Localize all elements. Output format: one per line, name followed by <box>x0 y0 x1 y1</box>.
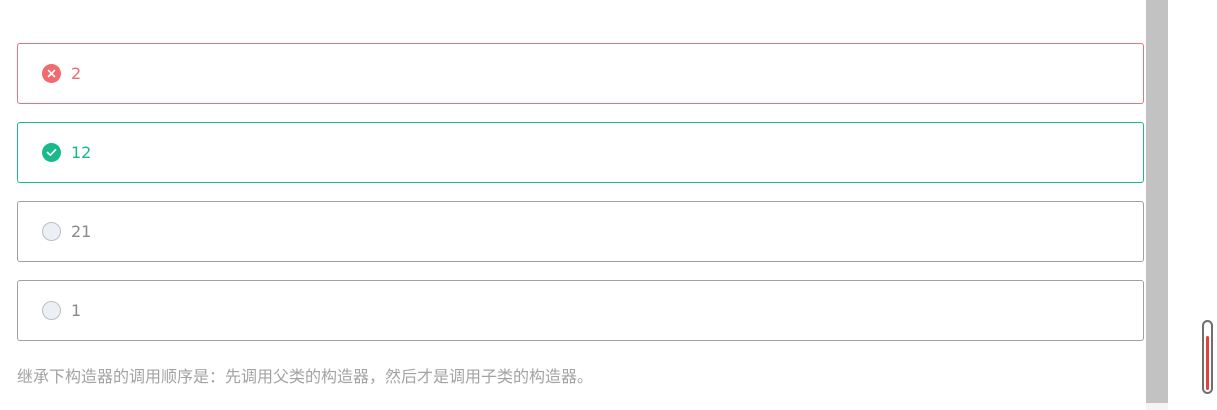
answer-explanation: 继承下构造器的调用顺序是：先调用父类的构造器，然后才是调用子类的构造器。 <box>17 367 594 386</box>
option-label: 21 <box>71 222 92 241</box>
x-circle-icon <box>42 64 61 83</box>
radio-empty-icon <box>42 301 61 320</box>
option-21[interactable]: 21 <box>17 201 1144 262</box>
option-2[interactable]: 2 <box>17 43 1144 104</box>
scrollbar-thumb[interactable] <box>1146 0 1168 403</box>
option-1[interactable]: 1 <box>17 280 1144 341</box>
progress-indicator <box>1202 320 1213 394</box>
check-circle-icon <box>42 143 61 162</box>
progress-indicator-fill <box>1206 336 1209 390</box>
option-label: 12 <box>71 143 92 162</box>
option-label: 1 <box>71 301 82 320</box>
option-label: 2 <box>71 64 82 83</box>
radio-empty-icon <box>42 222 61 241</box>
question-panel: 2 12 21 1 继承下构造器的调用顺序是：先调用父类的构造器，然后才是调用子… <box>0 0 1146 410</box>
scrollbar[interactable] <box>1146 0 1168 410</box>
option-12[interactable]: 12 <box>17 122 1144 183</box>
answer-options: 2 12 21 1 <box>17 43 1144 359</box>
